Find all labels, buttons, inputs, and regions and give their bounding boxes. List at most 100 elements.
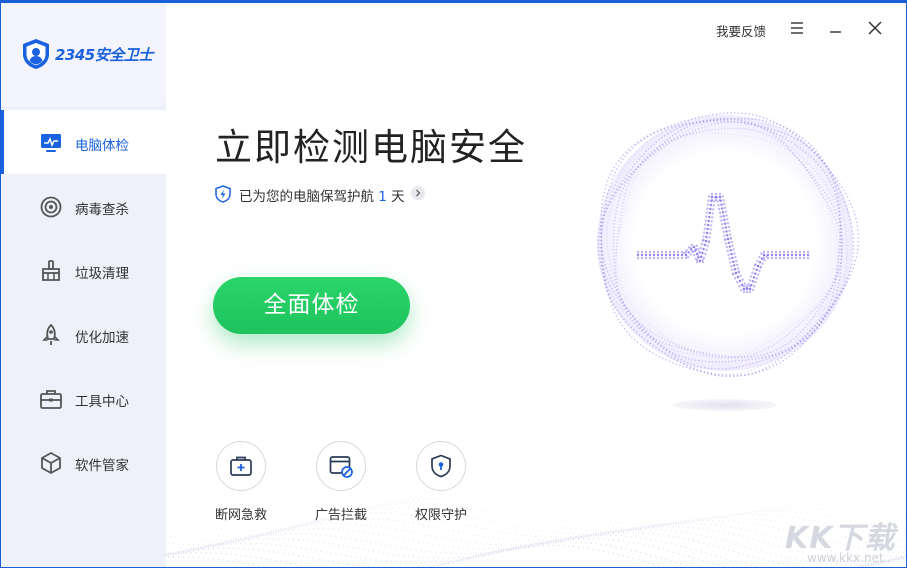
- wave-dot: [630, 528, 632, 531]
- orb-dot: [785, 350, 787, 352]
- monitor-icon: [41, 134, 61, 152]
- orb-dot: [600, 236, 602, 238]
- wave-dot: [295, 546, 297, 548]
- wave-dot: [295, 563, 297, 566]
- tool-network-rescue[interactable]: 断网急救: [201, 441, 281, 527]
- orb-dot: [708, 132, 711, 134]
- orb-dot: [630, 326, 632, 329]
- wave-dot: [520, 545, 522, 547]
- wave-dot: [855, 505, 857, 508]
- wave-dot: [382, 534, 385, 537]
- sidebar-item-optimize[interactable]: 优化加速: [1, 302, 166, 366]
- orb-dot: [832, 223, 835, 225]
- pulse-dot: [758, 269, 761, 272]
- orb-dot: [606, 290, 609, 292]
- orb-dot: [659, 332, 662, 335]
- orb-dot: [851, 229, 854, 232]
- wave-dot: [837, 509, 840, 512]
- orb-dot: [807, 153, 810, 156]
- wave-dot: [450, 538, 452, 541]
- orb-dot: [614, 191, 616, 194]
- wave-dot: [192, 544, 195, 546]
- orb-dot: [626, 152, 629, 155]
- sidebar-item-pc-checkup[interactable]: 电脑体检: [1, 110, 166, 174]
- wave-dot: [187, 550, 190, 552]
- wave-dot: [175, 520, 177, 523]
- full-scan-button[interactable]: 全面体检: [213, 277, 410, 334]
- pulse-dot: [719, 215, 722, 218]
- orb-dot: [724, 356, 727, 358]
- orb-dot: [834, 177, 837, 179]
- close-icon[interactable]: [864, 17, 886, 39]
- pulse-dot: [706, 207, 709, 210]
- orb-dot: [644, 326, 646, 329]
- wave-dot: [740, 517, 742, 519]
- orb-dot: [608, 297, 611, 300]
- wave-dot: [562, 519, 565, 521]
- orb-dot: [607, 252, 610, 255]
- orb-dot: [612, 255, 615, 258]
- wave-dot: [395, 528, 397, 530]
- orb-dot: [679, 134, 681, 137]
- wave-dot: [707, 543, 710, 546]
- wave-dot: [762, 558, 765, 561]
- orb-dot: [808, 171, 811, 173]
- sidebar-item-junk-clean[interactable]: 垃圾清理: [1, 238, 166, 302]
- chevron-right-icon[interactable]: [411, 186, 425, 200]
- menu-icon[interactable]: [786, 17, 808, 39]
- wave-dot: [520, 534, 522, 536]
- wave-dot: [660, 525, 662, 527]
- orb-dot: [685, 123, 687, 125]
- orb-dot: [840, 255, 843, 257]
- wave-dot: [427, 557, 430, 559]
- pulse-dot: [686, 255, 690, 259]
- sidebar-item-label: 电脑体检: [75, 138, 129, 154]
- orb-dot: [673, 123, 676, 126]
- pulse-dot: [723, 238, 727, 241]
- wave-dot: [275, 560, 277, 562]
- pulse-dot: [752, 276, 756, 279]
- tool-ad-block[interactable]: 广告拦截: [301, 441, 381, 527]
- orb-dot: [812, 315, 815, 318]
- sidebar-item-software-manager[interactable]: 软件管家: [1, 430, 166, 494]
- orb-dot: [838, 241, 841, 244]
- orb-dot: [822, 310, 824, 312]
- sidebar-item-virus-scan[interactable]: 病毒查杀: [1, 174, 166, 238]
- wave-dot: [590, 529, 592, 532]
- pulse-dot: [727, 241, 731, 244]
- orb-dot: [777, 130, 779, 132]
- wave-dot: [725, 516, 727, 519]
- wave-dot: [702, 559, 705, 562]
- wave-dot: [637, 542, 640, 545]
- wave-dot: [177, 551, 180, 553]
- orb-dot: [824, 198, 827, 201]
- wave-dot: [355, 556, 357, 559]
- wave-dot: [440, 551, 442, 554]
- orb-dot: [663, 345, 666, 348]
- orb-dot: [840, 248, 843, 250]
- orb-dot: [854, 259, 857, 262]
- orb-dot: [614, 258, 617, 260]
- sidebar-item-tool-center[interactable]: 工具中心: [1, 366, 166, 430]
- orb-dot: [609, 197, 611, 200]
- wave-dot: [305, 547, 307, 550]
- wave-dot: [512, 549, 515, 551]
- pulse-dot: [707, 195, 711, 198]
- feedback-link[interactable]: 我要反馈: [716, 21, 766, 40]
- orb-dot: [680, 121, 683, 123]
- orb-dot: [629, 149, 631, 152]
- orb-dot: [779, 361, 781, 364]
- wave-dot: [870, 508, 872, 510]
- wave-dot: [387, 552, 390, 555]
- minimize-icon[interactable]: [825, 17, 847, 39]
- wave-dot: [575, 536, 577, 538]
- orb-dot: [840, 265, 842, 267]
- orb-dot: [617, 296, 619, 299]
- orb-dot: [747, 356, 749, 359]
- tool-permission-guard[interactable]: 权限守护: [401, 441, 481, 527]
- wave-dot: [550, 541, 552, 544]
- wave-dot: [452, 557, 455, 559]
- orb-dot: [601, 202, 603, 205]
- orb-dot: [744, 374, 746, 376]
- wave-dot: [702, 519, 705, 522]
